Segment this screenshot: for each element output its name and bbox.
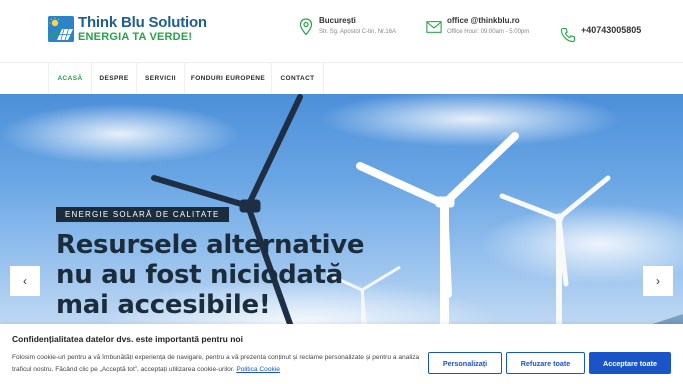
phone-icon: [560, 27, 576, 43]
email-address[interactable]: office @thinkblu.ro: [447, 16, 529, 25]
accept-all-button[interactable]: Acceptare toate: [589, 352, 671, 374]
address-block: București Str. Sg. Apostol C-tin, Nr.16A: [298, 16, 396, 36]
logo-mark-icon: [48, 16, 74, 42]
slider-prev-button[interactable]: ‹: [10, 266, 40, 296]
slider-next-button[interactable]: ›: [643, 266, 673, 296]
cookie-title: Confidențialitatea datelor dvs. este imp…: [12, 334, 243, 344]
reject-all-button[interactable]: Refuzare toate: [506, 352, 585, 374]
cookie-text: Folosim cookie-uri pentru a vă îmbunătăț…: [12, 352, 420, 376]
nav-item-acasa[interactable]: ACASĂ: [48, 63, 92, 94]
cookie-description: Folosim cookie-uri pentru a vă îmbunătăț…: [12, 354, 420, 373]
brand-name: Think Blu Solution: [78, 14, 207, 31]
phone-block[interactable]: +40743005805: [560, 24, 641, 44]
main-nav: ACASĂ DESPRE SERVICII FONDURI EUROPENE C…: [0, 62, 683, 94]
phone-number[interactable]: +40743005805: [581, 25, 641, 35]
site-header: Think Blu Solution ENERGIA TA VERDE! Buc…: [0, 0, 683, 62]
nav-item-fonduri-europene[interactable]: FONDURI EUROPENE: [185, 63, 272, 94]
chevron-right-icon: ›: [656, 274, 660, 288]
logo[interactable]: Think Blu Solution ENERGIA TA VERDE!: [48, 15, 207, 43]
cookie-banner: Confidențialitatea datelor dvs. este imp…: [0, 324, 683, 384]
customize-button[interactable]: Personalizați: [428, 352, 502, 374]
office-hours: Office Hour: 09:00am - 5:00pm: [447, 29, 530, 35]
chevron-left-icon: ‹: [23, 274, 27, 288]
envelope-icon: [426, 21, 442, 33]
map-pin-icon: [299, 18, 313, 36]
nav-item-despre[interactable]: DESPRE: [92, 63, 137, 94]
nav-item-contact[interactable]: CONTACT: [272, 63, 324, 94]
hero-badge: ENERGIE SOLARĂ DE CALITATE: [56, 207, 229, 222]
address-detail: Str. Sg. Apostol C-tin, Nr.16A: [319, 29, 397, 35]
hero-headline: Resursele alternative nu au fost nicioda…: [56, 230, 365, 320]
cookie-policy-link[interactable]: Politica Cookie: [236, 366, 280, 373]
brand-tagline: ENERGIA TA VERDE!: [78, 31, 193, 43]
email-block: office @thinkblu.ro Office Hour: 09:00am…: [426, 16, 529, 36]
nav-item-servicii[interactable]: SERVICII: [137, 63, 185, 94]
address-title: București: [319, 16, 356, 25]
